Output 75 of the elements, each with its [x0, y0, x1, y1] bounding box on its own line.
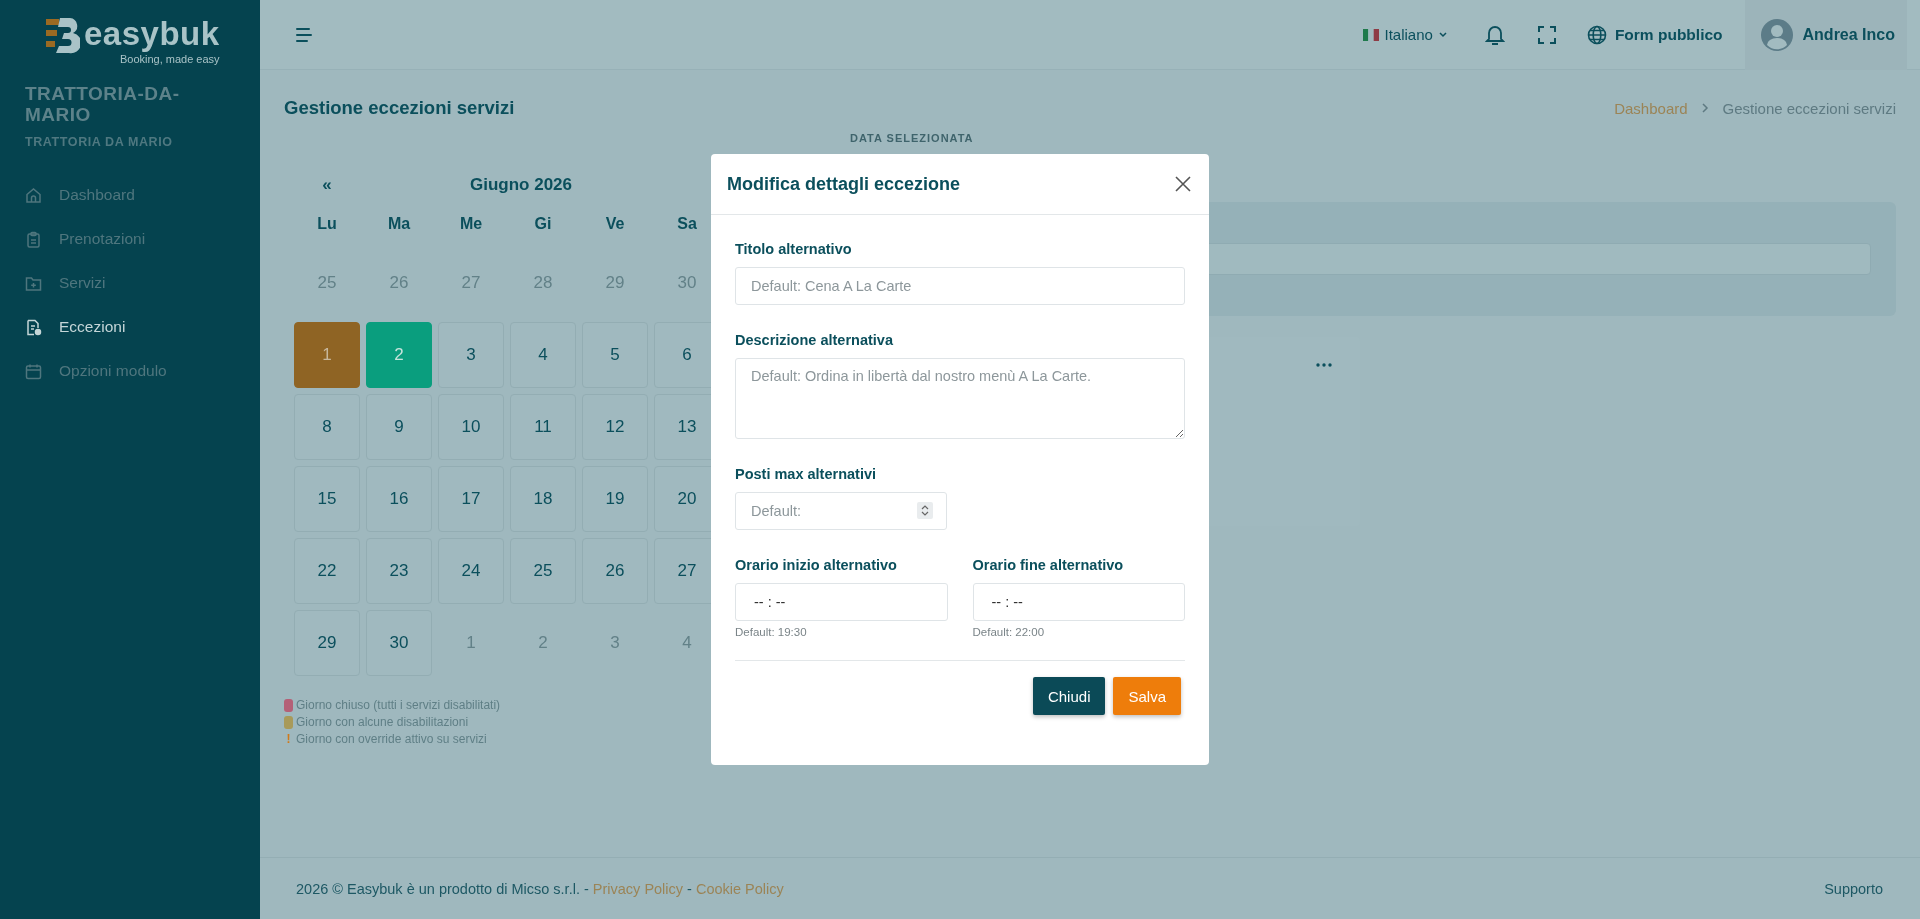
globe-icon: [1586, 24, 1607, 45]
calendar-day[interactable]: 12: [582, 394, 648, 460]
weekday-label: Ve: [604, 214, 626, 234]
calendar-day[interactable]: 22: [294, 538, 360, 604]
user-menu[interactable]: Andrea Inco: [1744, 0, 1907, 70]
language-selector[interactable]: Italiano: [1356, 25, 1453, 44]
save-button[interactable]: Salva: [1113, 677, 1181, 715]
calendar-icon: [25, 362, 42, 380]
avatar-icon: [1760, 18, 1793, 51]
time-field[interactable]: -- : --: [735, 583, 948, 621]
field-label: Posti max alternativi: [735, 466, 878, 482]
logo-icon: [46, 16, 80, 54]
calendar-day[interactable]: 17: [438, 466, 504, 532]
field-label: Descrizione alternativa: [735, 332, 894, 348]
venue-title: TRATTORIA-DA-MARIO: [25, 83, 181, 125]
calendar-day[interactable]: 23: [366, 538, 432, 604]
more-icon[interactable]: [1316, 363, 1332, 367]
calendar-day[interactable]: 10: [438, 394, 504, 460]
chevron-right-icon: [1701, 103, 1709, 113]
calendar-day[interactable]: 1: [294, 322, 360, 388]
calendar-day[interactable]: 24: [438, 538, 504, 604]
calendar-day[interactable]: 5: [582, 322, 648, 388]
calendar-day[interactable]: 15: [294, 466, 360, 532]
close-icon[interactable]: [1173, 174, 1193, 194]
calendar-day[interactable]: 19: [582, 466, 648, 532]
field-label: Orario fine alternativo: [972, 557, 1125, 573]
spinner-icon[interactable]: [917, 502, 933, 519]
calendar-day[interactable]: 11: [510, 394, 576, 460]
folder-plus-icon: [25, 274, 42, 292]
calendar-day[interactable]: 16: [366, 466, 432, 532]
weekday-label: Me: [458, 214, 484, 234]
legend-label: Giorno con override attivo su servizi: [296, 732, 487, 746]
home-icon: [25, 186, 42, 204]
weekday-label: Sa: [676, 214, 698, 234]
calendar-day[interactable]: 2: [366, 322, 432, 388]
month-title: Giugno 2026: [470, 175, 573, 195]
footer-copyright: 2026 © Easybuk è un prodotto di Micso s.r.l. - Privacy Policy - Cookie Policy: [296, 880, 784, 897]
legend-mark: !: [285, 732, 292, 746]
flag-icon: [1362, 28, 1379, 41]
chevron-down-icon: [1438, 31, 1447, 38]
calendar-day[interactable]: 25: [510, 538, 576, 604]
calendar-day[interactable]: 9: [366, 394, 432, 460]
section-caption: DATA SELEZIONATA: [850, 132, 975, 146]
time-field[interactable]: -- : --: [972, 583, 1185, 621]
field-label: Titolo alternativo: [735, 241, 853, 257]
legend-label: Giorno chiuso (tutti i servizi disabilitati): [296, 698, 501, 712]
weekday-label: Ma: [386, 214, 412, 234]
calendar-day[interactable]: 26: [582, 538, 648, 604]
number-field[interactable]: Default:: [735, 492, 947, 530]
public-form-link[interactable]: Form pubblico: [1586, 24, 1723, 45]
sidebar-item[interactable]: Eccezioni: [25, 305, 235, 349]
logo-tagline: Booking, made easy: [119, 53, 220, 65]
page-title: Gestione eccezioni servizi: [284, 97, 515, 119]
weekday-label: Gi: [533, 214, 553, 234]
previous-month-button[interactable]: «: [294, 174, 360, 196]
document-gear-icon: [25, 318, 42, 336]
textarea-field[interactable]: Default: Ordina in libertà dal nostro menù A La Carte.: [735, 358, 1185, 439]
field-label: Orario inizio alternativo: [735, 557, 898, 573]
breadcrumb-current: Gestione eccezioni servizi: [1722, 99, 1896, 117]
calendar-day[interactable]: 18: [510, 466, 576, 532]
calendar-day[interactable]: 4: [510, 322, 576, 388]
modal-title: Modifica dettagli eccezione: [727, 173, 961, 195]
field-hint: Default: 19:30: [735, 626, 808, 638]
weekday-label: Lu: [316, 214, 338, 234]
calendar-day[interactable]: 8: [294, 394, 360, 460]
calendar-day[interactable]: 3: [438, 322, 504, 388]
legend-label: Giorno con alcune disabilitazioni: [296, 715, 469, 729]
calendar-day[interactable]: 29: [294, 610, 360, 676]
logo-name: easybuk: [84, 16, 220, 52]
close-button[interactable]: Chiudi: [1032, 677, 1106, 715]
calendar-day[interactable]: 30: [366, 610, 432, 676]
support-link[interactable]: Supporto: [1824, 880, 1883, 897]
clipboard-icon: [25, 230, 42, 248]
venue-subtitle: TRATTORIA DA MARIO: [25, 135, 174, 149]
field-hint: Default: 22:00: [972, 626, 1046, 638]
